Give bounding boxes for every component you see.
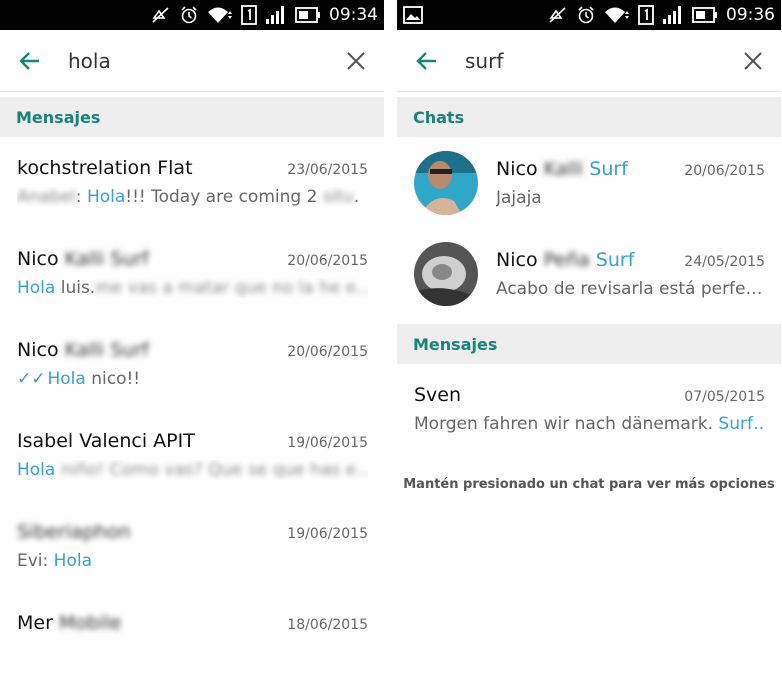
message-snippet: ✓✓ Hola nico!!: [17, 369, 141, 389]
chat-snippet: Acabo de revisarla está perfe…: [496, 278, 763, 299]
divider: [384, 0, 397, 695]
section-header-messages: Mensajes: [0, 97, 384, 137]
message-contact-name: Siberiaphon: [17, 521, 131, 543]
message-contact-name: Nico Kalli Surf: [17, 339, 149, 361]
status-time: 09:34: [329, 5, 378, 25]
message-result[interactable]: Nico Kalli Surf 20/06/2015 Hola luis.me …: [0, 228, 384, 319]
mute-icon: [548, 6, 568, 24]
message-snippet: Anabel: Hola!!! Today are coming 2 situ.: [17, 187, 360, 207]
message-contact-name: Isabel Valenci APIT: [17, 430, 195, 452]
message-date: 07/05/2015: [684, 389, 765, 405]
search-input[interactable]: hola: [68, 49, 342, 73]
message-date: 19/06/2015: [287, 435, 368, 451]
chat-snippet: Jajaja: [496, 187, 542, 208]
search-bar: surf: [397, 30, 781, 92]
battery-icon: [692, 7, 718, 23]
status-bar: 09:34: [0, 0, 384, 30]
wifi-icon: [604, 6, 630, 24]
chat-result[interactable]: Nico Peña Surf 24/05/2015 Acabo de revis…: [397, 228, 781, 319]
message-result[interactable]: Siberiaphon 19/06/2015 Evi: Hola: [0, 501, 384, 592]
status-time: 09:36: [726, 5, 775, 25]
chat-contact-name: Nico Peña Surf: [496, 248, 635, 271]
chat-contact-name: Nico Kalli Surf: [496, 157, 628, 180]
right-screen: 09:36 surf Chats Nico Kalli Surf 20/06/2…: [397, 0, 781, 695]
message-date: 20/06/2015: [287, 344, 368, 360]
sim-icon: [241, 5, 257, 25]
message-snippet: Morgen fahren wir nach dänemark. Surf…: [414, 414, 765, 434]
alarm-icon: [179, 5, 199, 25]
message-contact-name: kochstrelation Flat: [17, 157, 193, 179]
message-result[interactable]: Mer Mobile 18/06/2015: [0, 592, 384, 683]
message-date: 23/06/2015: [287, 162, 368, 178]
signal-icon: [662, 5, 684, 25]
left-screen: 09:34 hola Mensajes kochstrelation Flat …: [0, 0, 384, 695]
message-snippet: Hola niño! Como vas? Que se que has e...: [17, 460, 368, 480]
gallery-icon: [403, 6, 423, 24]
message-result[interactable]: Sven 07/05/2015 Morgen fahren wir nach d…: [397, 364, 781, 455]
hint-text: Mantén presionado un chat para ver más o…: [403, 477, 775, 492]
section-header-chats: Chats: [397, 97, 781, 137]
search-input[interactable]: surf: [465, 49, 739, 73]
chat-date: 20/06/2015: [684, 162, 765, 179]
avatar: [414, 241, 478, 306]
signal-icon: [265, 5, 287, 25]
chat-date: 24/05/2015: [684, 253, 765, 270]
message-result[interactable]: Isabel Valenci APIT 19/06/2015 Hola niño…: [0, 410, 384, 501]
message-snippet: Hola luis.me vas a matar que no la he e.…: [17, 278, 368, 298]
search-bar: hola: [0, 30, 384, 92]
chat-result[interactable]: Nico Kalli Surf 20/06/2015 Jajaja: [397, 137, 781, 228]
mute-icon: [151, 6, 171, 24]
message-contact-name: Nico Kalli Surf: [17, 248, 149, 270]
avatar: [414, 150, 478, 215]
back-arrow-icon[interactable]: [16, 47, 44, 75]
close-icon[interactable]: [342, 47, 370, 75]
message-snippet: Evi: Hola: [17, 551, 92, 571]
close-icon[interactable]: [739, 47, 767, 75]
message-contact-name: Sven: [414, 384, 462, 406]
sim-icon: [638, 5, 654, 25]
message-contact-name: Mer Mobile: [17, 612, 122, 634]
message-date: 20/06/2015: [287, 253, 368, 269]
battery-icon: [295, 7, 321, 23]
read-ticks-icon: ✓✓: [17, 369, 46, 389]
message-date: 19/06/2015: [287, 526, 368, 542]
message-result[interactable]: Nico Kalli Surf 20/06/2015 ✓✓ Hola nico!!: [0, 319, 384, 410]
section-header-messages: Mensajes: [397, 324, 781, 364]
alarm-icon: [576, 5, 596, 25]
wifi-icon: [207, 6, 233, 24]
message-result[interactable]: kochstrelation Flat 23/06/2015 Anabel: H…: [0, 137, 384, 228]
message-date: 18/06/2015: [287, 617, 368, 633]
back-arrow-icon[interactable]: [413, 47, 441, 75]
status-bar: 09:36: [397, 0, 781, 30]
